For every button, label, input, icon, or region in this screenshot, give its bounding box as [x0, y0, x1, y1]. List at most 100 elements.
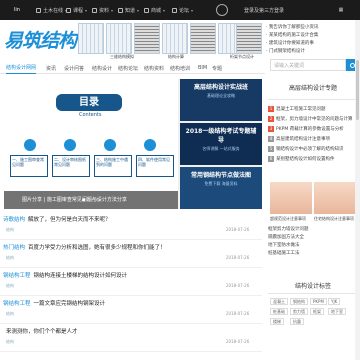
article-title[interactable]: 解放了，但为何是白天而不来呢？ — [28, 217, 111, 223]
tag-item[interactable]: 楼梯 — [270, 318, 284, 325]
banner-news-item[interactable]: · 门式钢架结构设计 — [266, 48, 305, 54]
course-icon — [66, 7, 71, 13]
article-category[interactable]: 热门结构 — [3, 245, 25, 251]
login-link[interactable]: 登录及第三方登录 — [244, 0, 284, 20]
forum-icon — [172, 7, 177, 13]
tag-item[interactable]: 地下室 — [328, 308, 346, 315]
ranked-item[interactable]: 2 框架，剪力墙设计中常见的问题与计算 — [268, 116, 358, 125]
tag-item[interactable]: 框架 — [310, 308, 324, 315]
banner-thumb[interactable] — [162, 23, 188, 54]
site-logo-text[interactable]: 易筑结构 — [4, 26, 77, 53]
photo-caption[interactable]: 住宅结构设计注意事项 — [314, 216, 354, 222]
hero-section: 目录 Contents 一、施工图审查常见问题 二、设计审核图纸常见问题 三、结… — [4, 79, 262, 209]
article-title[interactable]: 钢结构连接土楼梯的结构设计如何设计 — [34, 273, 128, 279]
side-ad[interactable]: 常用钢结构节点做法图 免费下载 海量资料 — [180, 167, 262, 209]
chevron-down-icon: ▾ — [191, 7, 194, 13]
banner-caption: 桁架节点设计 — [230, 54, 254, 59]
article-category[interactable]: 钢结构工程 — [3, 301, 31, 307]
list-item[interactable]: 钢结构工程 一篇文章应完钢结构钢架设计 结构 2018-07-26 — [0, 296, 262, 324]
ad-title: 常用钢结构节点做法图 — [190, 172, 251, 179]
photo-panel: 超规范设计注意事项 住宅结构设计注意事项 框架剪力墙设计问题 隔震加固方法大全 … — [268, 172, 358, 270]
carousel-dots[interactable]: ● ○ ○ ○ — [4, 197, 178, 202]
menu-forum[interactable]: 论坛 ▾ — [172, 0, 193, 20]
article-heading: 钢结构工程 钢结构连接土楼梯的结构设计如何设计 — [3, 271, 127, 279]
side-ad[interactable]: 高层结构设计实战班 基础理论全攻略 — [180, 79, 262, 121]
ranked-item-label: PKPM 荷载计算的参数设置与分析 — [276, 127, 344, 132]
hero-box: 四、软件使用常见问题 — [136, 155, 174, 177]
menu-course[interactable]: 课程 ▾ — [66, 0, 87, 20]
site-banner: 易筑结构 三维结构模拟 结构计算 桁架节点设计 · 我告诉你了解那些小资讯 · … — [0, 20, 360, 62]
tag-item[interactable]: PKPM — [310, 298, 327, 305]
nav-item-news[interactable]: 资讯 — [46, 62, 56, 74]
menu-shop[interactable]: 商城 ▾ — [144, 0, 165, 20]
site-logo[interactable]: lin — [0, 0, 34, 20]
tag-item[interactable]: 抗震 — [290, 318, 304, 325]
article-title[interactable]: 一篇文章应完钢结构钢架设计 — [34, 301, 106, 307]
ranked-item[interactable]: 3 PKPM 荷载计算的参数设置与分析 — [268, 126, 358, 135]
list-item[interactable]: 来测测你，你们个个都是人才 结构 2018-07-26 — [0, 324, 262, 352]
menu-label: 知道 — [125, 7, 136, 14]
tag-item[interactable]: 混凝土 — [270, 298, 288, 305]
nav-item-home[interactable]: 结构设计网网 — [6, 62, 37, 74]
scrollbar-thumb[interactable] — [356, 60, 359, 120]
banner-news-item[interactable]: · 建筑设计你要知道的事 — [266, 40, 314, 46]
article-heading: 热门结构 百度力学受力分析和选图，她有很多少规程和你们能了！ — [3, 243, 166, 251]
brand-name: 土木在线 — [43, 7, 64, 14]
hero-bullet — [144, 139, 156, 151]
nav-item-bim[interactable]: BIM — [198, 62, 207, 74]
banner-thumb[interactable] — [190, 23, 216, 54]
list-item[interactable]: 诗歌结构 解放了，但为何是白天而不来呢？ 结构 2018-07-26 — [0, 212, 262, 240]
menu-label: 论坛 — [179, 7, 190, 14]
article-meta: 结构 — [6, 255, 14, 260]
hero-slide[interactable]: 目录 Contents 一、施工图审查常见问题 二、设计审核图纸常见问题 三、结… — [4, 79, 178, 209]
tag-item[interactable]: 钢结构 — [290, 298, 308, 305]
tag-item[interactable]: YJK — [328, 298, 341, 305]
nav-item-topics[interactable]: 专题 — [212, 62, 222, 74]
search-input[interactable]: 请输入关键词 — [270, 59, 346, 71]
photo-thumb[interactable] — [270, 182, 312, 214]
banner-caption: 三维结构模拟 — [110, 54, 134, 59]
nav-item-qa[interactable]: 设计问答 — [64, 62, 84, 74]
apps-icon[interactable]: ▦ — [326, 0, 356, 20]
list-item[interactable]: 热门结构 百度力学受力分析和选图，她有很多少规程和你们能了！ 结构 2018-07… — [0, 240, 262, 268]
article-category[interactable]: 诗歌结构 — [3, 217, 25, 223]
ad-subtitle: 基础理论全攻略 — [207, 93, 235, 98]
banner-caption: 结构计算 — [168, 54, 184, 59]
banner-news-item[interactable]: · 某某结构的施工设计合集 — [266, 32, 318, 38]
tag-item[interactable]: 剪力墙 — [290, 308, 308, 315]
banner-thumb[interactable] — [236, 23, 262, 54]
banner-thumb[interactable] — [106, 23, 132, 54]
nav-item-training[interactable]: 结构培训 — [170, 62, 190, 74]
ranked-item[interactable]: 1 混凝土工程施工常见问题 — [268, 106, 358, 115]
nav-item-forum[interactable]: 结构论坛 — [118, 62, 138, 74]
article-category[interactable]: 钢结构工程 — [3, 273, 31, 279]
nav-item-docs[interactable]: 结构资料 — [144, 62, 164, 74]
ad-title: 2018一级结构考试专题辅导 — [185, 128, 257, 144]
hero-box: 三、结构施工中遇到的问题 — [94, 155, 132, 177]
menu-resources[interactable]: 资料 ▾ — [92, 0, 113, 20]
article-title[interactable]: 来测测你，你们个个都是人才 — [6, 329, 78, 335]
nav-item-design[interactable]: 结构设计 — [92, 62, 112, 74]
photo-thumb[interactable] — [314, 182, 356, 214]
search-icon[interactable] — [216, 4, 228, 16]
side-ad[interactable]: 2018一级结构考试专题辅导 名师讲解 一站式服务 — [180, 123, 262, 165]
banner-news-item[interactable]: · 我告诉你了解那些小资讯 — [266, 24, 318, 30]
search-icon — [349, 62, 355, 68]
ranked-item-label: 钢结构设计中必须了解的结构知识 — [276, 147, 344, 152]
list-item[interactable]: 桩基础施工工法 — [268, 250, 358, 259]
tag-item[interactable]: 桩基础 — [270, 308, 288, 315]
rank-badge: 2 — [268, 116, 274, 122]
banner-thumb[interactable] — [134, 23, 160, 54]
brand-link[interactable]: 土木在线 ▾ — [36, 0, 67, 20]
ranked-item[interactable]: 6 某别墅结构设计如何设置构件 — [268, 156, 358, 165]
ranked-item[interactable]: 4 高层建筑结构设计注意事项 — [268, 136, 358, 145]
banner-thumb[interactable] — [78, 23, 104, 54]
article-title[interactable]: 百度力学受力分析和选图，她有很多少规程和你们能了！ — [28, 245, 166, 251]
article-meta: 结构 — [6, 283, 14, 288]
menu-know[interactable]: 知道 ▾ — [118, 0, 139, 20]
home-icon — [36, 7, 41, 13]
ranked-item[interactable]: 5 钢结构设计中必须了解的结构知识 — [268, 146, 358, 155]
photo-caption[interactable]: 超规范设计注意事项 — [270, 216, 306, 222]
scrollbar[interactable] — [355, 20, 360, 360]
list-item[interactable]: 钢结构工程 钢结构连接土楼梯的结构设计如何设计 结构 2018-07-26 — [0, 268, 262, 296]
